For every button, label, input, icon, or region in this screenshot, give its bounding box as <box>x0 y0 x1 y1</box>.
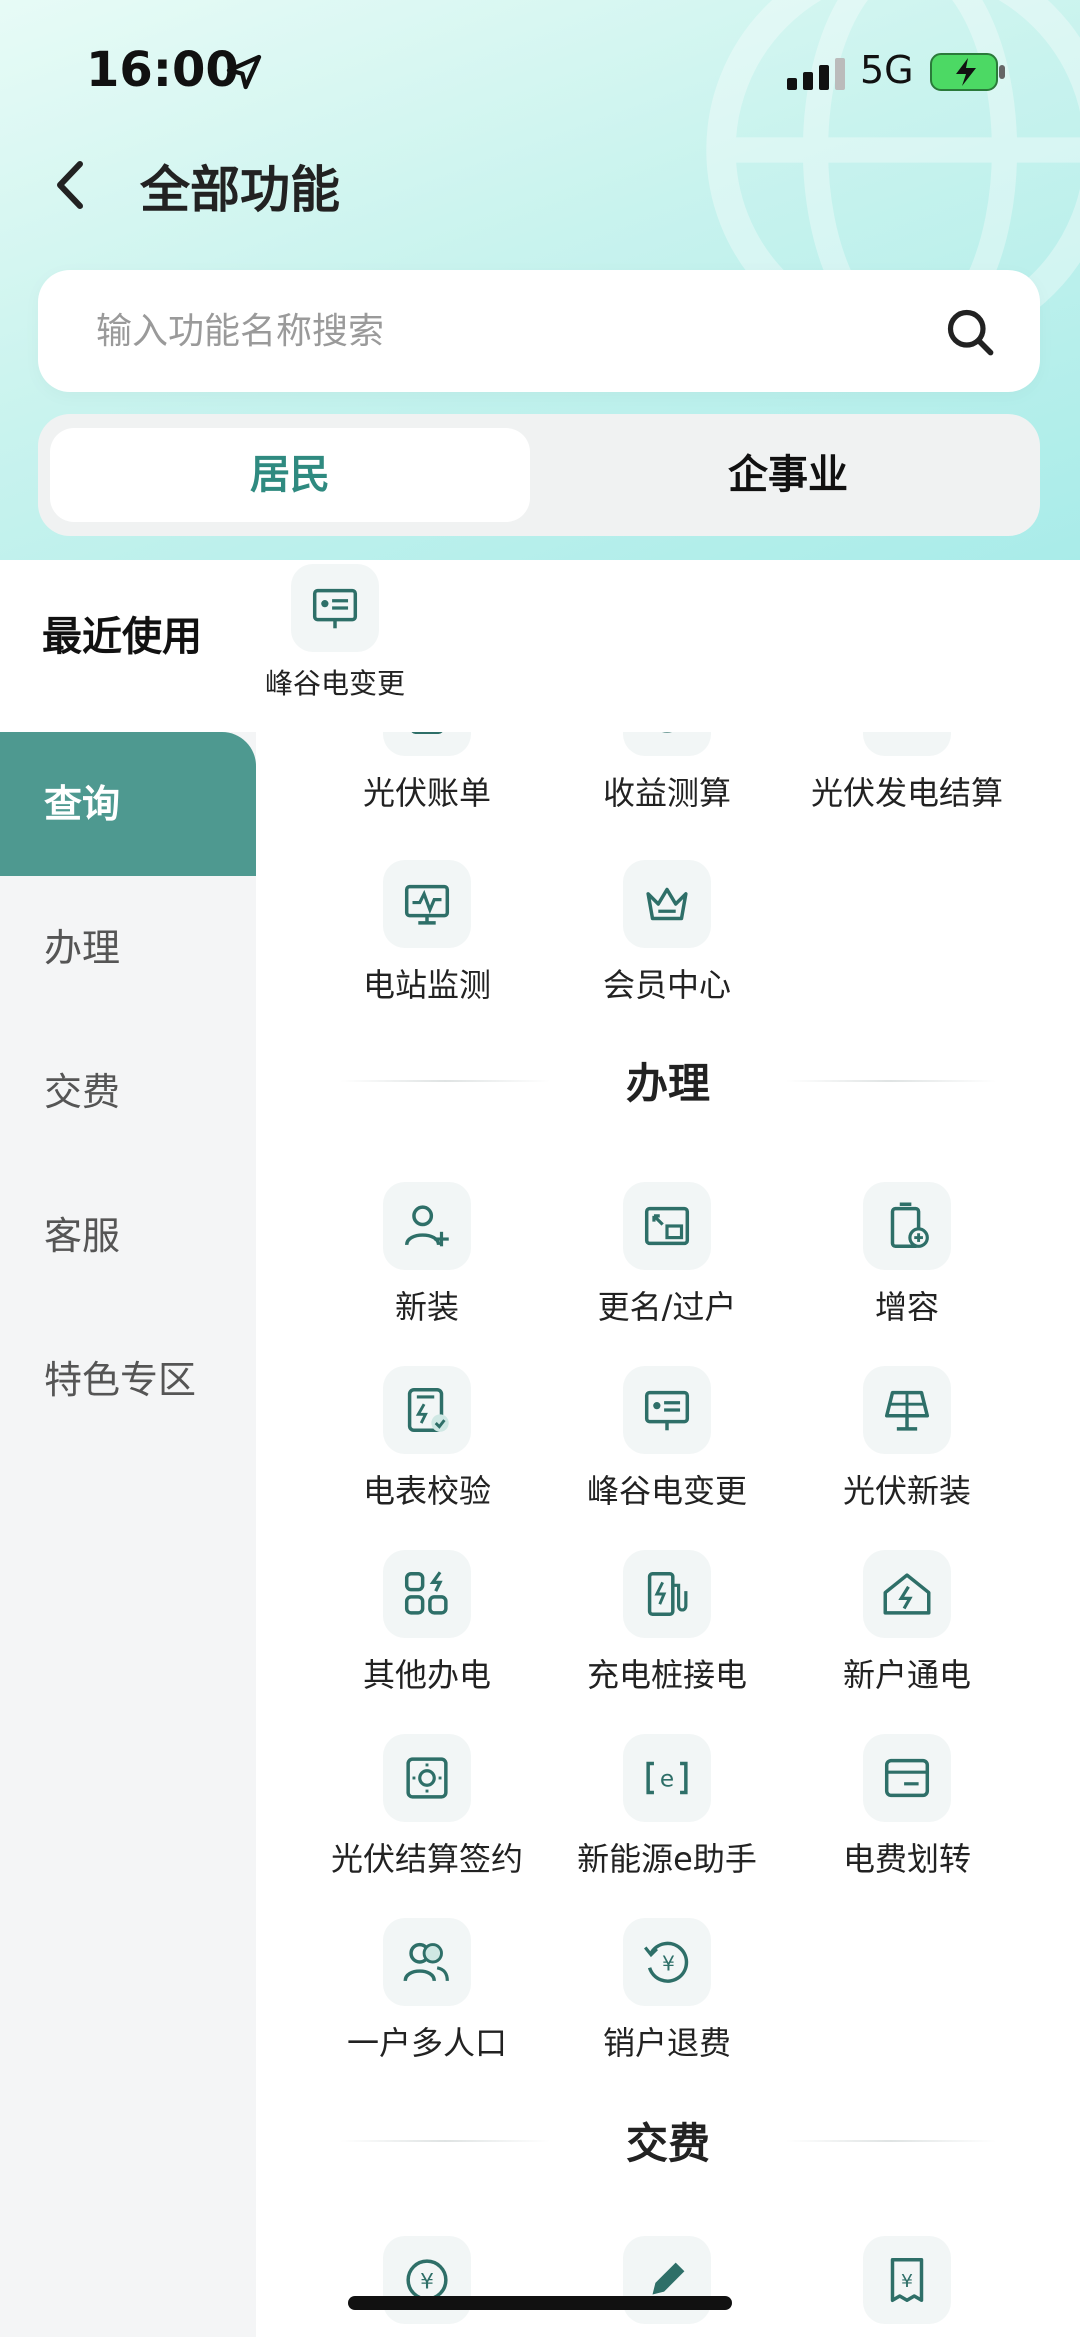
grid-item-pay-2[interactable] <box>552 2236 782 2324</box>
refund-icon: ¥ <box>623 1918 711 2006</box>
sidebar-item-special[interactable]: 特色专区 <box>0 1308 256 1452</box>
sidebar-item-query[interactable]: 查询 <box>0 732 256 876</box>
svg-text:¥: ¥ <box>420 2270 434 2295</box>
sidebar-item-service[interactable]: 客服 <box>0 1164 256 1308</box>
solar-panel-icon <box>863 1366 951 1454</box>
grid-item-label: 一户多人口 <box>346 2024 507 2062</box>
svg-text:¥: ¥ <box>901 2271 913 2292</box>
grid-item-peak-valley[interactable]: 峰谷电变更 <box>552 1366 782 1512</box>
network-label: 5G <box>860 48 914 92</box>
meter-check-icon <box>383 1366 471 1454</box>
grid-item-close-refund[interactable]: ¥ 销户退费 <box>552 1918 782 2064</box>
grid-item-label: 增容 <box>874 1288 939 1326</box>
svg-text:e: e <box>660 1766 674 1793</box>
add-user-icon <box>383 1182 471 1270</box>
grid-item-other-electric[interactable]: 其他办电 <box>312 1550 542 1696</box>
grid-item-pv-settlement[interactable]: 光伏发电结算 <box>792 732 1022 814</box>
grid-item-capacity[interactable]: 增容 <box>792 1182 1022 1328</box>
grid-item-member-center[interactable]: 会员中心 <box>552 860 782 1006</box>
crown-icon <box>623 860 711 948</box>
grid-bolt-icon <box>383 1550 471 1638</box>
tab-enterprise[interactable]: 企事业 <box>548 428 1028 522</box>
grid-item-pv-contract[interactable]: 光伏结算签约 <box>312 1734 542 1880</box>
grid-item-pv-bill[interactable]: 光伏账单 <box>312 732 542 814</box>
grid-item-label: 光伏账单 <box>362 774 491 812</box>
grid-item-label: 峰谷电变更 <box>586 1472 747 1510</box>
user-type-segment: 居民 企事业 <box>38 414 1040 536</box>
sun-sign-icon <box>383 1734 471 1822</box>
grid-item-label: 更名/过户 <box>597 1288 737 1326</box>
sidebar-item-pay[interactable]: 交费 <box>0 1020 256 1164</box>
location-arrow-icon <box>226 54 262 90</box>
bill-icon <box>383 732 471 756</box>
calc-icon <box>623 732 711 756</box>
search-input[interactable] <box>94 294 898 368</box>
grid-item-new-install[interactable]: 新装 <box>312 1182 542 1328</box>
battery-charging-icon <box>930 53 1005 91</box>
recent-label: 最近使用 <box>42 614 202 660</box>
category-sidebar: 查询 办理 交费 客服 特色专区 <box>0 732 256 2337</box>
transfer-icon <box>623 1182 711 1270</box>
settle-icon <box>863 732 951 756</box>
grid-item-label: 充电桩接电 <box>586 1656 747 1694</box>
signal-icon <box>787 58 845 90</box>
status-time: 16:00 <box>86 42 239 98</box>
grid-item-pay-3[interactable]: ¥ <box>792 2236 1022 2324</box>
capacity-icon <box>863 1182 951 1270</box>
svg-text:¥: ¥ <box>662 1952 675 1976</box>
section-title-handle: 办理 <box>625 1059 710 1108</box>
display-icon <box>291 564 379 652</box>
recent-item-label: 峰谷电变更 <box>264 667 405 700</box>
charger-icon <box>623 1550 711 1638</box>
grid-item-multi-person[interactable]: 一户多人口 <box>312 1918 542 2064</box>
grid-item-label: 光伏发电结算 <box>810 774 1003 812</box>
grid-item-label: 收益测算 <box>602 774 731 812</box>
grid-item-charger[interactable]: 充电桩接电 <box>552 1550 782 1696</box>
e-assistant-icon: e <box>623 1734 711 1822</box>
grid-item-new-power[interactable]: 新户通电 <box>792 1550 1022 1696</box>
page-title: 全部功能 <box>140 161 340 219</box>
grid-item-rename-transfer[interactable]: 更名/过户 <box>552 1182 782 1328</box>
grid-item-meter-check[interactable]: 电表校验 <box>312 1366 542 1512</box>
grid-item-label: 新户通电 <box>842 1656 971 1694</box>
section-title-pay: 交费 <box>625 2119 710 2168</box>
grid-item-e-assistant[interactable]: e 新能源e助手 <box>552 1734 782 1880</box>
back-button[interactable] <box>48 150 92 220</box>
grid-item-label: 电表校验 <box>362 1472 491 1510</box>
grid-item-label: 销户退费 <box>602 2024 731 2062</box>
grid-item-label: 光伏新装 <box>842 1472 971 1510</box>
yuan-icon: ¥ <box>383 2236 471 2324</box>
grid-item-label: 其他办电 <box>362 1656 491 1694</box>
home-indicator <box>348 2296 732 2310</box>
display-icon <box>623 1366 711 1454</box>
function-content: 光伏账单 收益测算 光伏发电结算 电站监测 会员中心 办理 新装 更名/过户 增… <box>256 732 1080 2337</box>
recent-item-peak-valley[interactable]: 峰谷电变更 <box>260 564 410 702</box>
invoice-icon: ¥ <box>863 2236 951 2324</box>
grid-item-pay-1[interactable]: ¥ <box>312 2236 542 2324</box>
grid-item-label: 新能源e助手 <box>577 1840 757 1878</box>
grid-item-pv-install[interactable]: 光伏新装 <box>792 1366 1022 1512</box>
monitor-icon <box>383 860 471 948</box>
grid-item-station-monitor[interactable]: 电站监测 <box>312 860 542 1006</box>
house-bolt-icon <box>863 1550 951 1638</box>
grid-item-label: 会员中心 <box>602 966 731 1004</box>
sidebar-item-handle[interactable]: 办理 <box>0 876 256 1020</box>
search-icon[interactable] <box>944 306 996 358</box>
grid-item-label: 电费划转 <box>842 1840 971 1878</box>
pen-icon <box>623 2236 711 2324</box>
tab-resident[interactable]: 居民 <box>50 428 530 522</box>
grid-item-revenue-calc[interactable]: 收益测算 <box>552 732 782 814</box>
grid-item-label: 新装 <box>394 1288 459 1326</box>
search-box <box>38 270 1040 392</box>
card-transfer-icon <box>863 1734 951 1822</box>
status-bar: 16:00 5G <box>0 0 1080 140</box>
multi-user-icon <box>383 1918 471 2006</box>
grid-item-fee-transfer[interactable]: 电费划转 <box>792 1734 1022 1880</box>
grid-item-label: 光伏结算签约 <box>330 1840 523 1878</box>
grid-item-label: 电站监测 <box>362 966 491 1004</box>
